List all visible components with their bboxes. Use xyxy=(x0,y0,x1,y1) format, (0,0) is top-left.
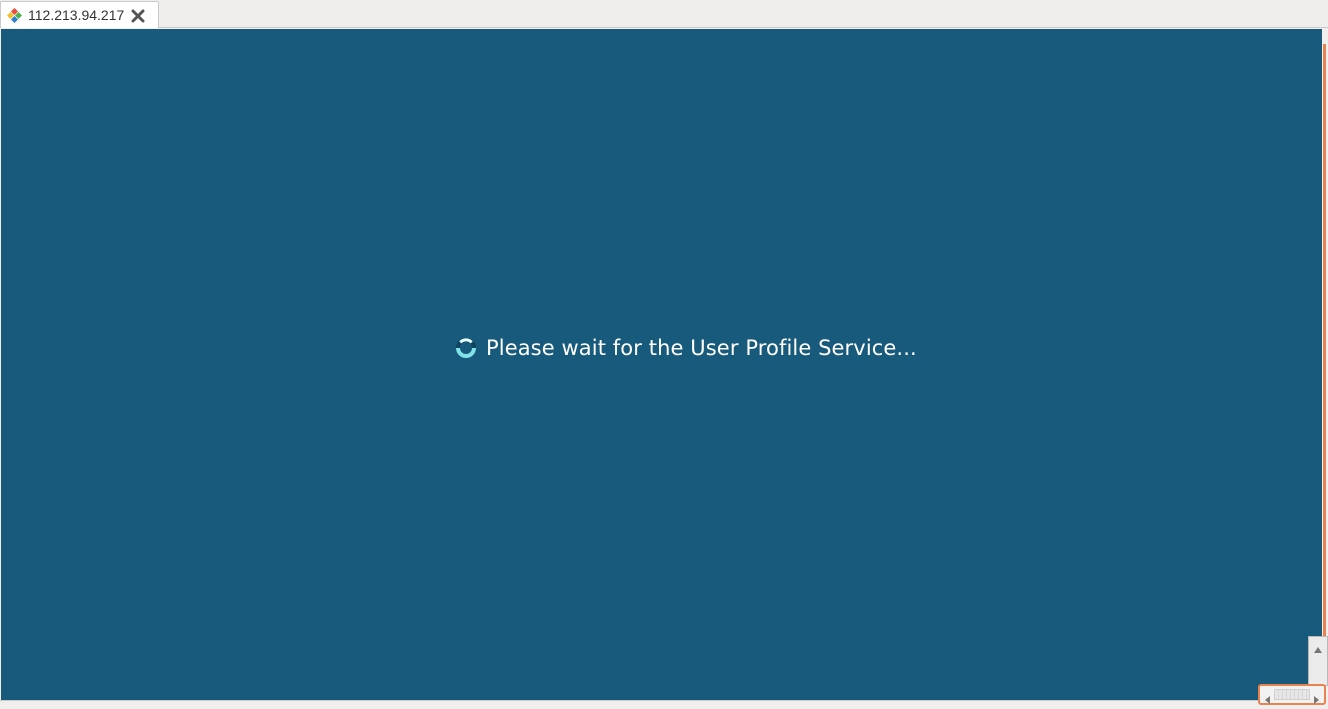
scroll-right-arrow-icon[interactable] xyxy=(1313,690,1321,704)
tab-title: 112.213.94.217 xyxy=(28,7,125,23)
horizontal-scroll-thumb[interactable] xyxy=(1274,689,1310,700)
tab-bar: 112.213.94.217 xyxy=(0,0,1328,28)
remote-desktop-icon xyxy=(6,7,23,24)
vertical-scrollbar[interactable] xyxy=(1308,636,1328,686)
viewport-bottom-edge xyxy=(0,700,1258,705)
scroll-left-arrow-icon[interactable] xyxy=(1263,690,1271,704)
connection-tab[interactable]: 112.213.94.217 xyxy=(0,1,159,28)
status-message: Please wait for the User Profile Service… xyxy=(486,336,917,360)
loading-spinner-icon xyxy=(455,337,477,359)
horizontal-scrollbar[interactable] xyxy=(1258,684,1326,705)
remote-screen[interactable]: Please wait for the User Profile Service… xyxy=(1,29,1322,700)
close-icon[interactable] xyxy=(131,8,145,23)
loading-status: Please wait for the User Profile Service… xyxy=(455,332,917,364)
scroll-up-arrow-icon[interactable] xyxy=(1312,640,1324,653)
remote-desktop-viewport[interactable]: Please wait for the User Profile Service… xyxy=(1,29,1322,700)
vertical-scroll-track[interactable] xyxy=(1323,44,1326,638)
